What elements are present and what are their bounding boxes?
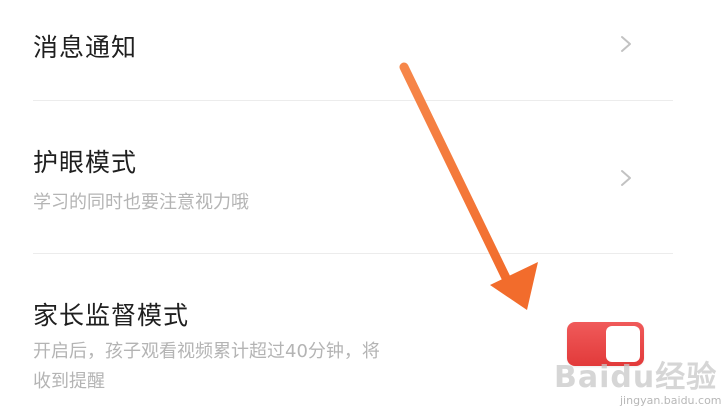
setting-title: 护眼模式 (33, 148, 138, 177)
settings-screen: 消息通知 护眼模式 学习的同时也要注意视力哦 家长监督模式 开启后，孩子观看视频… (0, 0, 722, 418)
watermark-url: jingyan.baidu.com (620, 394, 722, 407)
setting-row-eye-protection[interactable]: 护眼模式 学习的同时也要注意视力哦 (0, 101, 722, 253)
setting-description-line2: 收到提醒 (33, 371, 105, 392)
setting-title: 家长监督模式 (33, 301, 190, 330)
setting-row-notifications[interactable]: 消息通知 (0, 0, 722, 100)
setting-description: 学习的同时也要注意视力哦 (33, 192, 249, 213)
watermark-brand: Baidu经验 (554, 360, 718, 395)
setting-description-line1: 开启后，孩子观看视频累计超过40分钟，将 (33, 341, 380, 362)
chevron-right-icon (621, 36, 631, 52)
chevron-right-icon (621, 170, 631, 186)
setting-title: 消息通知 (33, 33, 138, 62)
baidu-watermark: Baidu经验 jingyan.baidu.com (552, 352, 722, 414)
